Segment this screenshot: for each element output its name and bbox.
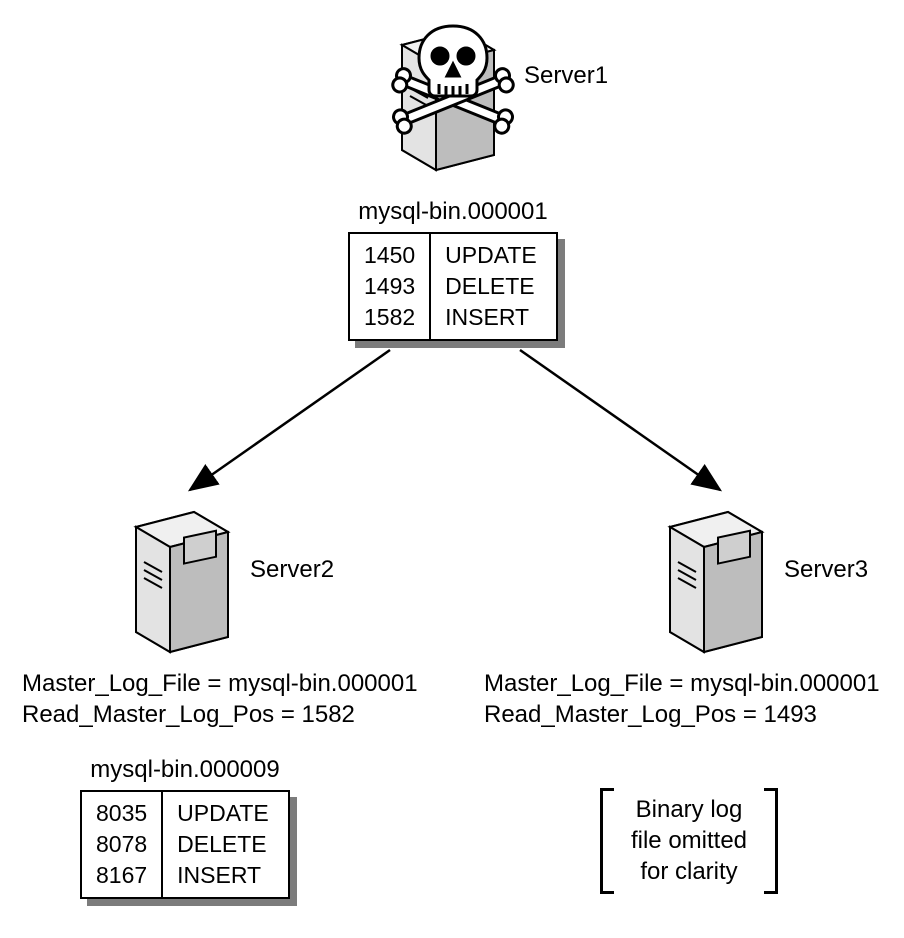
bracket-right-icon — [764, 788, 778, 894]
binlog-op: INSERT — [177, 860, 269, 891]
server2-node — [116, 492, 246, 667]
arrow-to-server2 — [190, 350, 390, 490]
binlog-op: DELETE — [177, 829, 269, 860]
server3-read-master-log-pos: Read_Master_Log_Pos = 1493 — [484, 699, 880, 730]
server2-binlog: mysql-bin.000009 8035 8078 8167 UPDATE D… — [80, 756, 290, 899]
binlog-op: UPDATE — [445, 240, 537, 271]
binlog-pos: 1582 — [364, 302, 415, 333]
server1-binlog: mysql-bin.000001 1450 1493 1582 UPDATE D… — [348, 198, 558, 341]
server1-binlog-filename: mysql-bin.000001 — [348, 198, 558, 226]
server2-binlog-filename: mysql-bin.000009 — [80, 756, 290, 784]
binlog-pos: 1450 — [364, 240, 415, 271]
server2-label: Server2 — [250, 556, 334, 584]
server3-icon — [650, 492, 780, 662]
binlog-op: INSERT — [445, 302, 537, 333]
server2-binlog-box: 8035 8078 8167 UPDATE DELETE INSERT — [80, 790, 290, 899]
server2-master-log-file: Master_Log_File = mysql-bin.000001 — [22, 668, 418, 699]
binlog-pos: 1493 — [364, 271, 415, 302]
bracket-left-icon — [600, 788, 614, 894]
note-line: Binary log — [614, 794, 764, 825]
note-line: for clarity — [614, 856, 764, 887]
server1-binlog-box: 1450 1493 1582 UPDATE DELETE INSERT — [348, 232, 558, 341]
server2-read-master-log-pos: Read_Master_Log_Pos = 1582 — [22, 699, 418, 730]
server2-status: Master_Log_File = mysql-bin.000001 Read_… — [22, 668, 418, 730]
server2-icon — [116, 492, 246, 662]
omitted-binlog-note: Binary log file omitted for clarity — [614, 788, 764, 894]
server3-master-log-file: Master_Log_File = mysql-bin.000001 — [484, 668, 880, 699]
replication-topology-diagram: Server1 mysql-bin.000001 1450 1493 1582 … — [0, 0, 904, 938]
server3-label: Server3 — [784, 556, 868, 584]
server3-node — [650, 492, 780, 667]
binlog-pos: 8035 — [96, 798, 147, 829]
server1-binlog-ops: UPDATE DELETE INSERT — [429, 234, 551, 339]
skull-crossbones-icon — [388, 18, 518, 138]
server1-binlog-positions: 1450 1493 1582 — [350, 234, 429, 339]
server2-binlog-ops: UPDATE DELETE INSERT — [161, 792, 283, 897]
binlog-op: UPDATE — [177, 798, 269, 829]
server2-binlog-positions: 8035 8078 8167 — [82, 792, 161, 897]
binlog-pos: 8167 — [96, 860, 147, 891]
server3-status: Master_Log_File = mysql-bin.000001 Read_… — [484, 668, 880, 730]
server1-label: Server1 — [524, 62, 608, 90]
note-line: file omitted — [614, 825, 764, 856]
binlog-pos: 8078 — [96, 829, 147, 860]
binlog-op: DELETE — [445, 271, 537, 302]
arrow-to-server3 — [520, 350, 720, 490]
